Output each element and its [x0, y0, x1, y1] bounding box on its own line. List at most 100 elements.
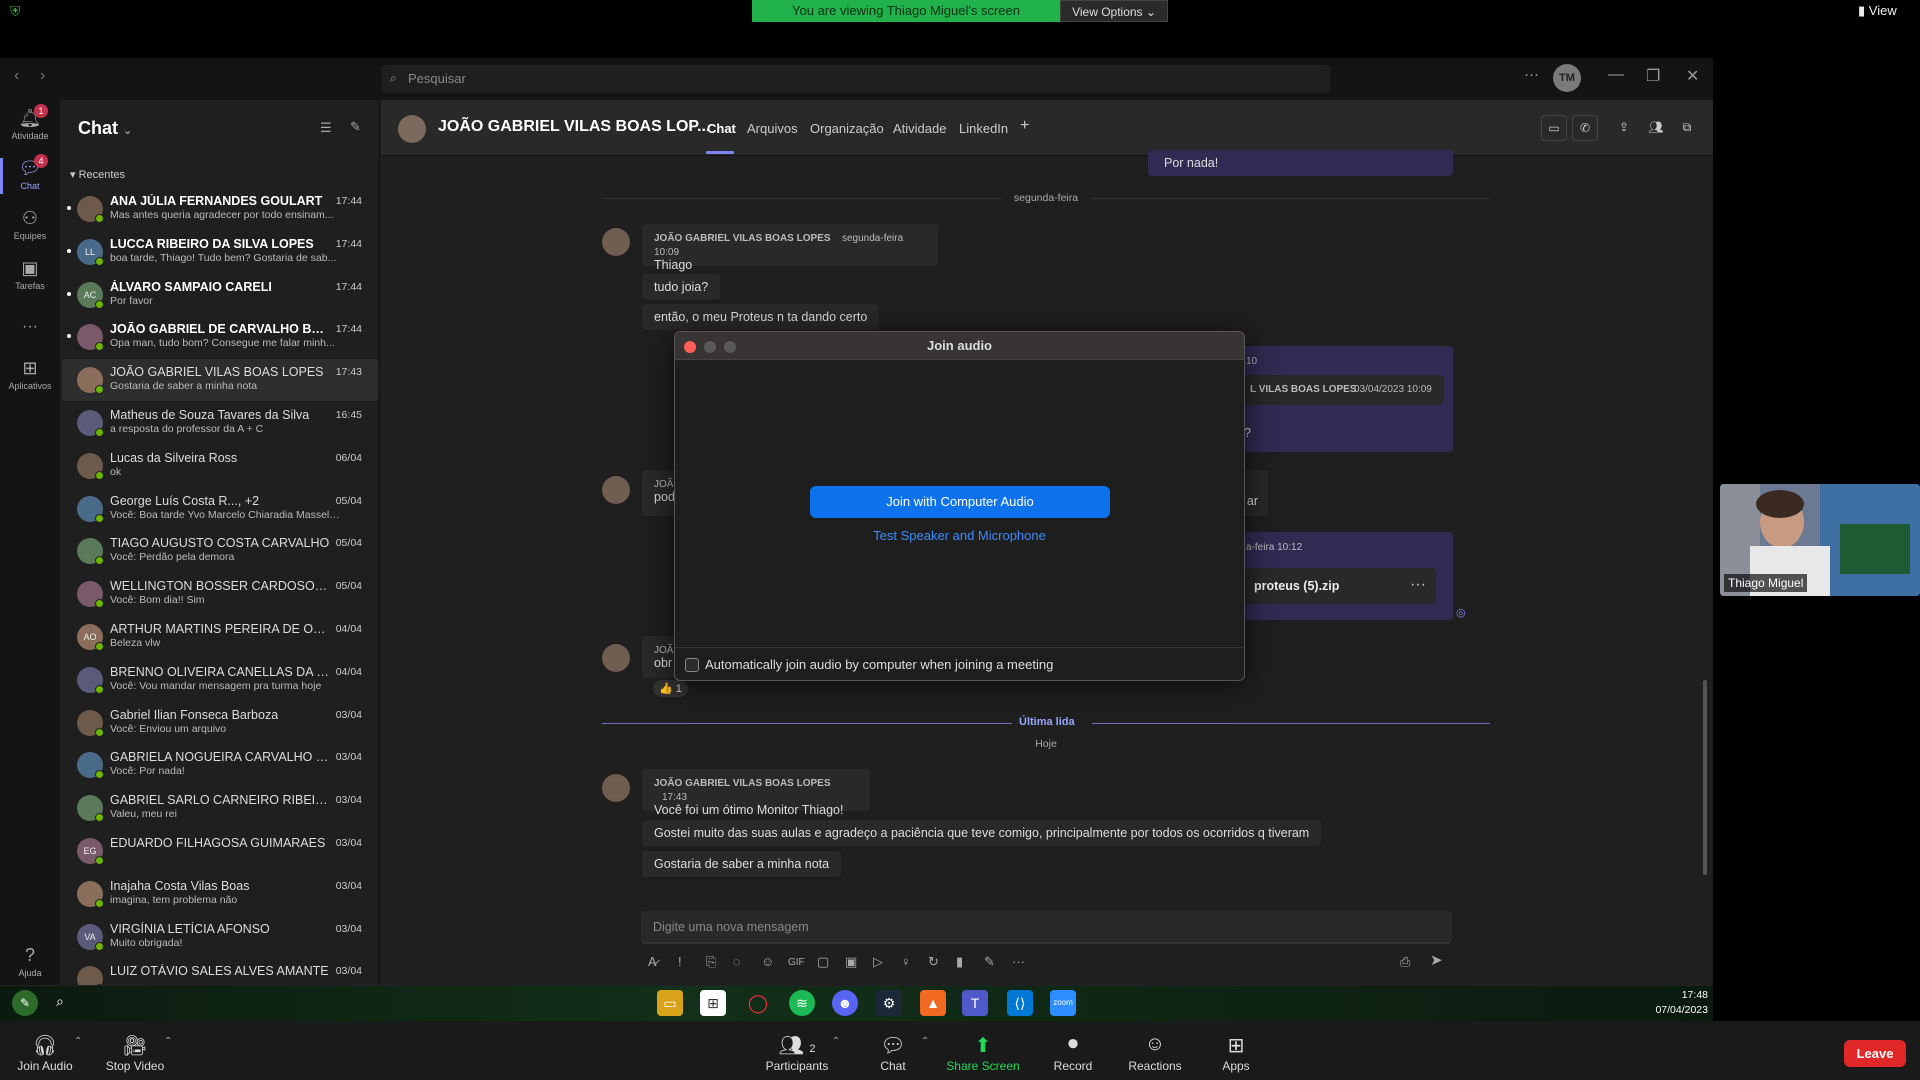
chat-list-item[interactable]: VA VIRGÍNIA LETÍCIA AFONSO Muito obrigada!…	[62, 916, 378, 958]
chat-list-item[interactable]: TIAGO AUGUSTO COSTA CARVALHO Você: Perdão…	[62, 530, 378, 572]
chat-caret-icon[interactable]: ⌃	[921, 1036, 929, 1047]
view-button[interactable]: ▮ View	[1858, 3, 1897, 19]
chat-list-item[interactable]: Lucas da Silveira Ross ok 06/04	[62, 445, 378, 487]
maximize-icon[interactable]: ❐	[1646, 66, 1660, 86]
taskbar-clock[interactable]: 17:48 07/04/2023	[1630, 988, 1708, 1018]
rail-tasks[interactable]: ▣ Tarefas	[0, 258, 60, 291]
chat-list-item[interactable]: Matheus de Souza Tavares da Silva a respo…	[62, 402, 378, 444]
zoom-taskbar-icon[interactable]: zoom	[1050, 990, 1076, 1016]
vscode-icon[interactable]: ⟨⟩	[1007, 990, 1033, 1016]
chat-list-item[interactable]: AC ÁLVARO SAMPAIO CARELI Por favor 17:44	[62, 274, 378, 316]
audio-caret-icon[interactable]: ⌃	[74, 1036, 82, 1047]
recent-section[interactable]: ▾ Recentes	[70, 168, 125, 181]
rail-activity[interactable]: 🔔︎ 1 Atividade	[0, 104, 60, 141]
steam-icon[interactable]: ⚙	[876, 990, 902, 1016]
reactions-button[interactable]: ☺ Reactions	[1110, 1033, 1200, 1073]
apps-button[interactable]: ⊞ Apps	[1191, 1033, 1281, 1073]
file-attachment[interactable]: proteus (5).zip ···	[1244, 568, 1436, 604]
message-composer[interactable]: Digite uma nova mensagem	[641, 911, 1452, 944]
rail-chat[interactable]: 💬︎ 4 Chat	[0, 154, 60, 191]
send-schedule-icon[interactable]: ▷	[873, 954, 883, 970]
chat-name: GABRIEL SARLO CARNEIRO RIBEIRO	[110, 793, 330, 808]
record-button[interactable]: ⏺︎ Record	[1028, 1033, 1118, 1073]
file-explorer-icon[interactable]: ▭	[657, 990, 683, 1016]
user-avatar[interactable]: TM	[1553, 64, 1581, 92]
chat-list-item[interactable]: JOÃO GABRIEL VILAS BOAS LOPES Gostaria de…	[62, 359, 378, 402]
attach-icon[interactable]: ⎘	[706, 954, 716, 970]
tab-chat[interactable]: Chat	[707, 121, 736, 136]
emoji-icon[interactable]: ☺	[761, 954, 774, 969]
more-options-icon[interactable]: ···	[1524, 66, 1539, 83]
chat-list-item[interactable]: AO ARTHUR MARTINS PEREIRA DE OLIVEI... Bel…	[62, 616, 378, 658]
view-options-button[interactable]: View Options ⌄	[1060, 0, 1168, 22]
add-tab-icon[interactable]: +	[1020, 117, 1029, 135]
rail-apps[interactable]: ⊞ Aplicativos	[0, 358, 60, 391]
note-icon[interactable]: ✎	[984, 954, 995, 970]
auto-join-checkbox[interactable]	[685, 658, 699, 672]
filter-icon[interactable]: ☰	[320, 120, 332, 136]
chat-list-item[interactable]: WELLINGTON BOSSER CARDOSO JUN... Você: Bo…	[62, 573, 378, 615]
opera-icon[interactable]: ◯	[745, 990, 771, 1016]
praise-icon[interactable]: ♀	[901, 954, 911, 969]
share-icon[interactable]: ⇪	[1611, 115, 1637, 141]
chat-list-item[interactable]: Inajaha Costa Vilas Boas imagina, tem pro…	[62, 873, 378, 915]
chat-list-item[interactable]: Gabriel Ilian Fonseca Barboza Você: Envio…	[62, 702, 378, 744]
message-time: 10	[1246, 356, 1258, 367]
chat-scrollbar[interactable]	[1703, 680, 1707, 875]
chat-list-item[interactable]: ANA JÚLIA FERNANDES GOULART Mas antes que…	[62, 188, 378, 230]
chat-list-item[interactable]: BRENNO OLIVEIRA CANELLAS DA CO... Você: V…	[62, 659, 378, 701]
search-input[interactable]: Pesquisar	[382, 65, 1330, 93]
dictate-icon[interactable]: ⎙	[1400, 954, 1410, 970]
chat-list-item[interactable]: GABRIEL SARLO CARNEIRO RIBEIRO Valeu, meu…	[62, 787, 378, 829]
video-caret-icon[interactable]: ⌃	[164, 1036, 172, 1047]
gif-icon[interactable]: GIF	[788, 957, 805, 968]
file-more-icon[interactable]: ···	[1410, 576, 1426, 594]
video-call-icon[interactable]: ▭	[1541, 115, 1567, 141]
chat-list-item[interactable]: EG EDUARDO FILHAGOSA GUIMARAES 03/04	[62, 830, 378, 872]
leave-button[interactable]: Leave	[1844, 1040, 1906, 1067]
share-screen-button[interactable]: ⬆︎ Share Screen	[938, 1033, 1028, 1073]
tab-linkedin[interactable]: LinkedIn	[959, 121, 1008, 136]
autodesk-icon[interactable]: ▲	[920, 990, 946, 1016]
chat-list-item[interactable]: LL LUCCA RIBEIRO DA SILVA LOPES boa tarde,…	[62, 231, 378, 273]
join-computer-audio-button[interactable]: Join with Computer Audio	[810, 486, 1110, 518]
participants-button[interactable]: 👥︎ 2 Participants	[752, 1033, 842, 1073]
priority-icon[interactable]: !	[678, 954, 682, 969]
rail-more-icon[interactable]: ···	[0, 318, 60, 336]
spotify-icon[interactable]: ≋	[789, 990, 815, 1016]
poll-icon[interactable]: ▮	[956, 954, 963, 970]
chat-heading[interactable]: Chat ⌄	[78, 118, 132, 139]
minimize-icon[interactable]: —	[1608, 66, 1624, 84]
chat-list-item[interactable]: George Luís Costa R..., +2 Você: Boa tard…	[62, 488, 378, 530]
tab-organization[interactable]: Organização	[810, 121, 884, 136]
send-icon[interactable]: ➤	[1430, 951, 1443, 969]
tab-files[interactable]: Arquivos	[747, 121, 798, 136]
chat-list-item[interactable]: JOÃO GABRIEL DE CARVALHO BAR... Opa man, …	[62, 316, 378, 358]
teams-taskbar-icon[interactable]: T	[962, 990, 988, 1016]
search-taskbar-icon[interactable]: ⌕	[56, 993, 64, 1010]
chat-list-item[interactable]: GABRIELA NOGUEIRA CARVALHO FER... Você: P…	[62, 744, 378, 786]
refresh-icon[interactable]: ↻	[928, 954, 939, 970]
more-tools-icon[interactable]: ···	[1012, 954, 1025, 969]
discord-icon[interactable]: ☻	[832, 990, 858, 1016]
loop-icon[interactable]: ◌	[733, 954, 741, 969]
add-people-icon[interactable]: 👥︎	[1643, 115, 1669, 141]
meet-icon[interactable]: ▣	[845, 954, 857, 970]
presence-icon	[95, 856, 104, 865]
start-icon[interactable]: ✎	[12, 990, 38, 1016]
rail-help[interactable]: ? Ajuda	[0, 945, 60, 978]
sticker-icon[interactable]: ▢	[817, 954, 829, 970]
back-arrow-icon[interactable]: ‹	[14, 67, 19, 85]
format-icon[interactable]: A̷	[648, 954, 657, 969]
participants-caret-icon[interactable]: ⌃	[832, 1036, 840, 1047]
audio-call-icon[interactable]: ✆	[1572, 115, 1598, 141]
forward-arrow-icon[interactable]: ›	[40, 67, 45, 85]
close-icon[interactable]: ✕	[1686, 66, 1699, 86]
popout-icon[interactable]: ⧉	[1674, 115, 1700, 141]
test-speaker-link[interactable]: Test Speaker and Microphone	[675, 528, 1244, 543]
reaction-badge[interactable]: 👍 1	[653, 680, 688, 697]
tab-activity[interactable]: Atividade	[893, 121, 946, 136]
store-icon[interactable]: ⊞	[700, 990, 726, 1016]
rail-teams[interactable]: ⚇ Equipes	[0, 208, 60, 241]
new-chat-icon[interactable]: ✎	[350, 119, 361, 135]
